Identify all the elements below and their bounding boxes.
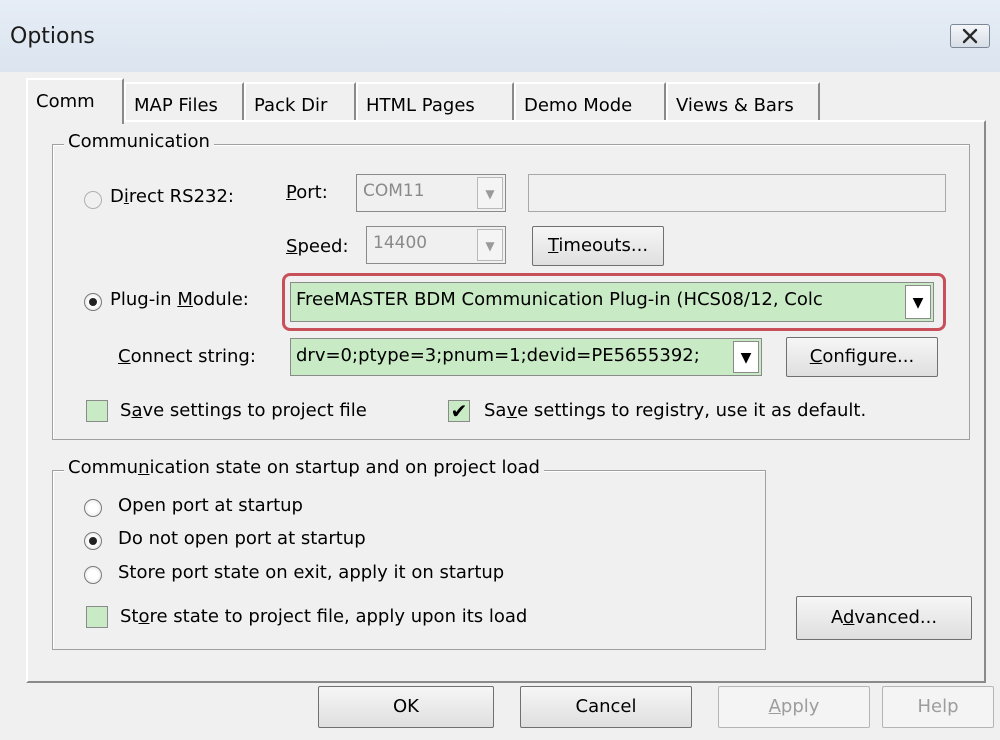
speed-combo[interactable]: 14400 ▼ xyxy=(366,226,506,264)
checkmark-icon: ✔ xyxy=(450,399,468,423)
tab-views-bars[interactable]: Views & Bars xyxy=(666,82,820,120)
save-to-registry-label: Save settings to registry, use it as def… xyxy=(484,400,867,421)
plugin-module-label: Plug-in Module: xyxy=(110,289,249,310)
save-to-project-checkbox[interactable] xyxy=(86,400,108,422)
speed-label: Speed: xyxy=(286,236,349,257)
tab-comm[interactable]: Comm xyxy=(26,78,124,124)
open-port-radio[interactable] xyxy=(84,499,102,517)
tab-label: MAP Files xyxy=(134,95,218,116)
connect-string-combo[interactable]: drv=0;ptype=3;pnum=1;devid=PE5655392; ▼ xyxy=(290,338,762,376)
tab-demo-mode[interactable]: Demo Mode xyxy=(514,82,666,120)
timeouts-button[interactable]: Timeouts... xyxy=(532,226,664,266)
port-combo[interactable]: COM11 ▼ xyxy=(356,174,506,212)
chevron-down-icon: ▼ xyxy=(477,177,503,209)
apply-button[interactable]: Apply xyxy=(718,686,870,728)
direct-rs232-radio[interactable] xyxy=(84,191,102,209)
speed-value: 14400 xyxy=(373,233,428,253)
close-icon xyxy=(962,28,978,44)
tab-label: Views & Bars xyxy=(676,95,794,116)
cancel-button[interactable]: Cancel xyxy=(520,686,692,728)
help-button[interactable]: Help xyxy=(882,686,994,728)
window-title: Options xyxy=(10,24,95,49)
tab-label: Demo Mode xyxy=(524,95,633,116)
store-state-label: Store state to project file, apply upon … xyxy=(120,606,528,627)
port-value: COM11 xyxy=(363,181,425,201)
title-bar xyxy=(0,0,1000,72)
do-not-open-port-radio[interactable] xyxy=(84,532,102,550)
tab-pack-dir[interactable]: Pack Dir xyxy=(244,82,356,120)
tab-map-files[interactable]: MAP Files xyxy=(124,82,244,120)
store-state-checkbox[interactable] xyxy=(86,606,108,628)
chevron-down-icon: ▼ xyxy=(733,341,759,373)
direct-rs232-label: Direct RS232: xyxy=(110,186,234,207)
tab-label: Pack Dir xyxy=(254,95,328,116)
connect-string-label: Connect string: xyxy=(118,346,256,367)
store-port-state-radio[interactable] xyxy=(84,566,102,584)
tab-label: Comm xyxy=(36,91,95,112)
do-not-open-port-label: Do not open port at startup xyxy=(118,528,366,549)
tab-label: HTML Pages xyxy=(366,95,475,116)
store-port-state-label: Store port state on exit, apply it on st… xyxy=(118,562,505,583)
startup-state-legend: Communication state on startup and on pr… xyxy=(64,457,544,478)
save-to-registry-checkbox[interactable]: ✔ xyxy=(448,400,470,422)
ok-button[interactable]: OK xyxy=(318,686,494,728)
open-port-label: Open port at startup xyxy=(118,495,303,516)
communication-legend: Communication xyxy=(64,131,214,152)
save-to-project-label: Save settings to project file xyxy=(120,400,367,421)
configure-button[interactable]: Configure... xyxy=(786,337,938,377)
chevron-down-icon: ▼ xyxy=(477,229,503,261)
highlight-annotation xyxy=(282,273,946,331)
port-label: Port: xyxy=(286,182,328,203)
tab-html-pages[interactable]: HTML Pages xyxy=(356,82,514,120)
plugin-module-radio[interactable] xyxy=(84,293,102,311)
advanced-button[interactable]: Advanced... xyxy=(796,596,972,640)
port-text-field[interactable] xyxy=(528,174,946,212)
connect-string-value: drv=0;ptype=3;pnum=1;devid=PE5655392; xyxy=(296,345,700,366)
close-button[interactable] xyxy=(950,24,990,48)
